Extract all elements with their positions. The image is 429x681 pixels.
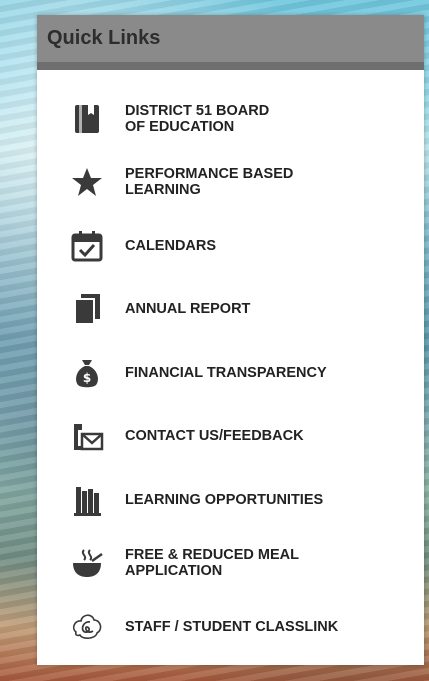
link-label: PERFORMANCE BASED LEARNING — [125, 166, 294, 199]
link-label: ANNUAL REPORT — [125, 301, 251, 318]
link-performance-based-learning[interactable]: PERFORMANCE BASED LEARNING — [37, 151, 424, 215]
link-label: DISTRICT 51 BOARD OF EDUCATION — [125, 102, 270, 135]
money-bag-icon: $ — [69, 355, 105, 391]
link-free-reduced-meal[interactable]: FREE & REDUCED MEAL APPLICATION — [37, 532, 424, 596]
documents-icon — [69, 291, 105, 327]
link-annual-report[interactable]: ANNUAL REPORT — [37, 278, 424, 342]
link-label: CALENDARS — [125, 237, 217, 254]
link-label: CONTACT US/FEEDBACK — [125, 428, 304, 445]
phone-mail-icon — [69, 418, 105, 454]
link-financial-transparency[interactable]: $ FINANCIAL TRANSPARENCY — [37, 341, 424, 405]
calendar-check-icon — [69, 228, 105, 264]
link-classlink[interactable]: STAFF / STUDENT CLASSLINK — [37, 595, 424, 659]
link-label: FINANCIAL TRANSPARENCY — [125, 364, 327, 381]
link-label: LEARNING OPPORTUNITIES — [125, 491, 324, 508]
classlink-logo-icon — [69, 609, 105, 645]
quick-links-panel: Quick Links DISTRICT 51 BOARD OF EDUCATI… — [37, 15, 424, 665]
link-contact-us-feedback[interactable]: CONTACT US/FEEDBACK — [37, 405, 424, 469]
panel-header: Quick Links — [37, 15, 424, 70]
quick-links-list: DISTRICT 51 BOARD OF EDUCATION PERFORMAN… — [37, 87, 424, 659]
link-label: STAFF / STUDENT CLASSLINK — [125, 618, 339, 635]
link-calendars[interactable]: CALENDARS — [37, 214, 424, 278]
svg-text:$: $ — [83, 371, 91, 385]
panel-title: Quick Links — [47, 27, 161, 49]
link-board-of-education[interactable]: DISTRICT 51 BOARD OF EDUCATION — [37, 87, 424, 151]
soup-bowl-icon — [69, 545, 105, 581]
link-label: FREE & REDUCED MEAL APPLICATION — [125, 547, 300, 580]
books-shelf-icon — [69, 482, 105, 518]
book-icon — [69, 101, 105, 137]
link-learning-opportunities[interactable]: LEARNING OPPORTUNITIES — [37, 468, 424, 532]
star-icon — [69, 164, 105, 200]
